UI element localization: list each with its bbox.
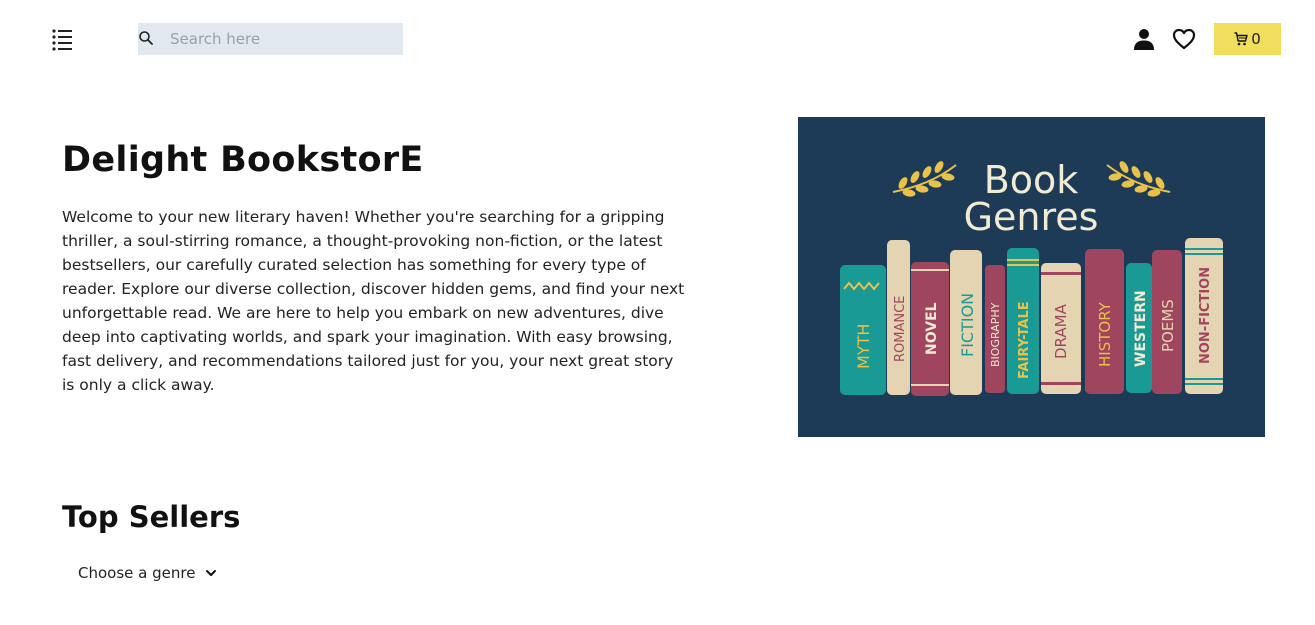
cart-button[interactable]: 0 [1214, 23, 1281, 55]
book-label: HISTORY [1096, 301, 1114, 367]
genre-select[interactable]: Choose a genre [78, 564, 217, 582]
book-genres-illustration: Book Genres MYTH ROMANCE NOVEL FICTION B… [798, 117, 1265, 437]
banner-heading-line2: Genres [964, 195, 1099, 239]
search-icon [139, 31, 153, 45]
list-menu-icon [52, 29, 72, 51]
book-non-fiction: NON-FICTION [1185, 238, 1223, 394]
book-label: WESTERN [1133, 290, 1149, 367]
book-fairy-tale: FAIRY-TALE [1007, 248, 1039, 394]
chevron-down-icon [206, 570, 217, 576]
account-button[interactable] [1133, 28, 1155, 50]
book-label: NOVEL [924, 302, 940, 355]
book-fiction: FICTION [950, 250, 982, 395]
heart-icon [1172, 28, 1196, 50]
book-label: NON-FICTION [1198, 267, 1213, 364]
top-sellers-heading: Top Sellers [62, 500, 241, 534]
book-romance: ROMANCE [887, 240, 910, 395]
book-label: FAIRY-TALE [1017, 301, 1032, 379]
hero-description: Welcome to your new literary haven! Whet… [62, 208, 685, 394]
book-label: FICTION [958, 293, 977, 357]
search-bar [138, 23, 403, 55]
cart-icon [1234, 32, 1248, 46]
book-label: BIOGRAPHY [989, 302, 1002, 367]
book-drama: DRAMA [1041, 263, 1081, 394]
book-label: ROMANCE [893, 296, 908, 362]
genre-select-value: Choose a genre [78, 564, 196, 582]
book-label: DRAMA [1052, 303, 1070, 359]
cart-count: 0 [1251, 30, 1261, 48]
book-western: WESTERN [1126, 263, 1152, 393]
user-icon [1134, 29, 1154, 50]
book-biography: BIOGRAPHY [985, 265, 1005, 393]
book-poems: POEMS [1152, 250, 1182, 394]
wishlist-button[interactable] [1172, 28, 1196, 50]
book-myth: MYTH [840, 265, 886, 395]
book-label: POEMS [1159, 299, 1177, 352]
book-genres-banner: Book Genres MYTH ROMANCE NOVEL FICTION B… [798, 117, 1265, 437]
search-input[interactable] [170, 29, 395, 49]
menu-button[interactable] [50, 27, 76, 51]
book-history: HISTORY [1085, 249, 1124, 394]
book-label: MYTH [854, 324, 873, 369]
book-novel: NOVEL [911, 262, 949, 396]
page-title: Delight BookstorE [62, 140, 424, 180]
